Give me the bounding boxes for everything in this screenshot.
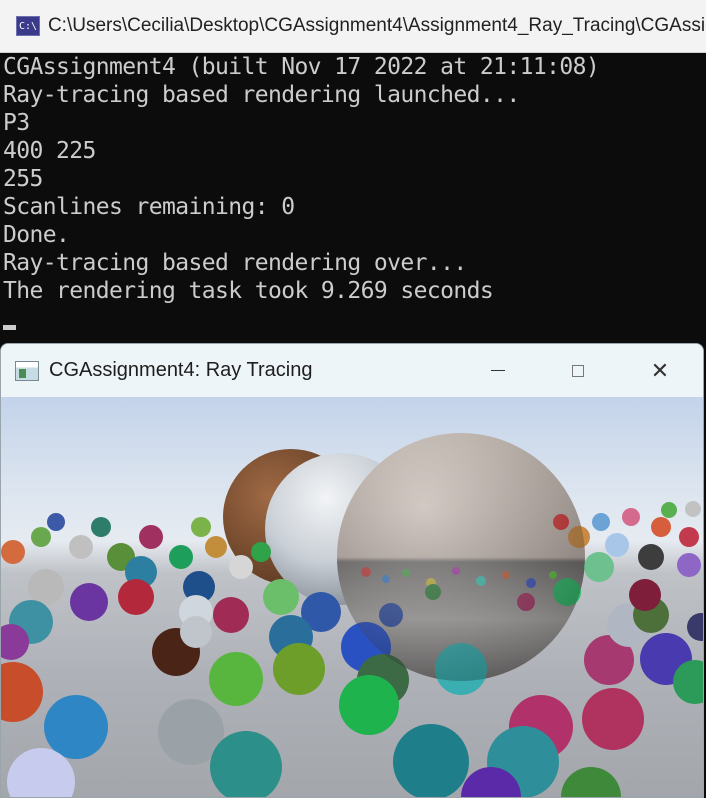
maximize-icon	[572, 364, 584, 377]
console-app-icon: C:\	[16, 16, 40, 36]
render-scene	[1, 433, 703, 797]
close-icon: ✕	[650, 357, 670, 383]
console-output[interactable]: CGAssignment4 (built Nov 17 2022 at 21:1…	[0, 53, 706, 345]
console-cursor	[3, 325, 16, 330]
render-titlebar[interactable]: CGAssignment4: Ray Tracing ✕	[1, 344, 703, 397]
console-line: Done.	[3, 222, 70, 248]
console-window-title: C:\Users\Cecilia\Desktop\CGAssignment4\A…	[47, 15, 706, 36]
rendered-image	[1, 397, 703, 797]
console-line: Ray-tracing based rendering launched...	[3, 82, 520, 108]
render-window-title: CGAssignment4: Ray Tracing	[49, 359, 313, 381]
close-button[interactable]: ✕	[621, 344, 699, 397]
maximize-button[interactable]	[539, 344, 617, 397]
render-window: CGAssignment4: Ray Tracing ✕	[0, 343, 704, 798]
minimize-button[interactable]	[459, 344, 537, 397]
console-line: The rendering task took 9.269 seconds	[3, 278, 494, 304]
console-line: CGAssignment4 (built Nov 17 2022 at 21:1…	[3, 54, 600, 80]
console-line: Ray-tracing based rendering over...	[3, 250, 467, 276]
minimize-icon	[491, 369, 505, 372]
console-titlebar[interactable]: C:\ C:\Users\Cecilia\Desktop\CGAssignmen…	[0, 0, 706, 53]
console-line: P3	[3, 110, 30, 136]
metal-sphere-shading	[337, 433, 585, 681]
console-line: 255	[3, 166, 43, 192]
console-line: Scanlines remaining: 0	[3, 194, 295, 220]
app-window-icon	[15, 360, 39, 381]
console-line: 400 225	[3, 138, 96, 164]
